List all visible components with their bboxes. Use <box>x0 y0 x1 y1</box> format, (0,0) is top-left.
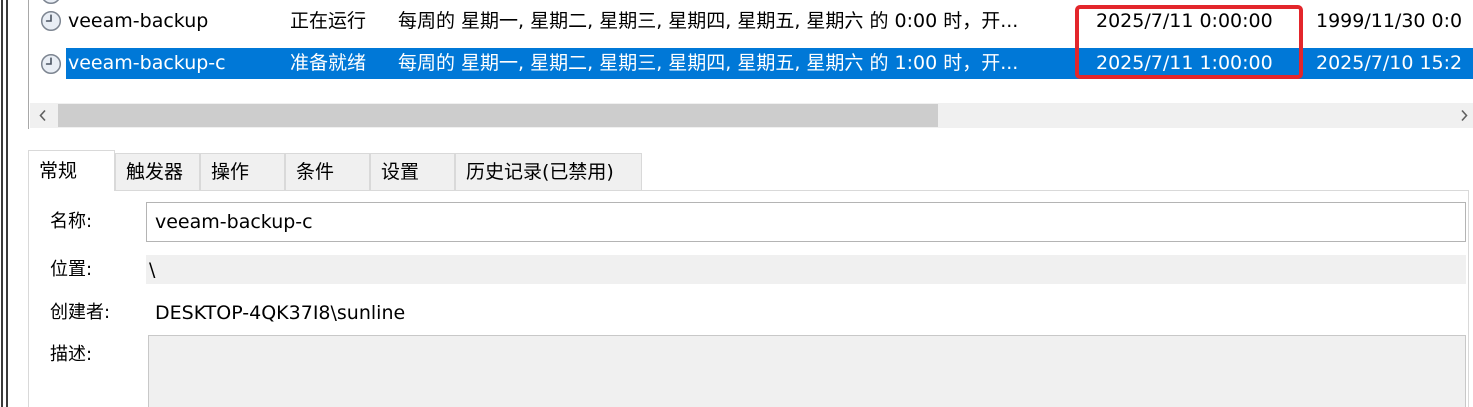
tab-conditions[interactable]: 条件 <box>285 153 370 190</box>
highlight-annotation <box>1075 5 1303 79</box>
location-field[interactable] <box>146 255 1466 284</box>
horizontal-scrollbar[interactable] <box>30 103 1473 128</box>
scroll-left-button[interactable] <box>30 103 56 128</box>
task-status-cell: 正在运行 <box>290 10 367 32</box>
task-status-cell: 准备就绪 <box>290 52 367 74</box>
description-label: 描述: <box>50 344 93 365</box>
scroll-thumb[interactable] <box>58 104 938 127</box>
location-label: 位置: <box>50 259 93 280</box>
author-label: 创建者: <box>50 302 111 323</box>
tab-settings[interactable]: 设置 <box>370 153 455 190</box>
tab-actions[interactable]: 操作 <box>200 153 285 190</box>
scroll-track[interactable] <box>58 103 1455 128</box>
task-clock-icon <box>40 10 62 32</box>
chevron-left-icon <box>39 109 46 122</box>
tab-triggers[interactable]: 触发器 <box>115 153 200 190</box>
task-triggers-cell: 每周的 星期一, 星期二, 星期三, 星期四, 星期五, 星期六 的 0:00 … <box>398 10 1019 32</box>
tab-general[interactable]: 常规 <box>28 150 115 191</box>
task-clock-icon <box>40 53 62 75</box>
task-triggers-cell: 每周的 星期一, 星期二, 星期三, 星期四, 星期五, 星期六 的 1:00 … <box>398 52 1019 74</box>
task-name-cell: veeam-backup-c <box>68 52 226 74</box>
task-last-run-cell: 2025/7/10 15:2 <box>1316 52 1463 74</box>
chevron-right-icon <box>1461 109 1468 122</box>
description-field[interactable] <box>148 335 1466 407</box>
name-label: 名称: <box>50 211 93 232</box>
task-last-run-cell: 1999/11/30 0:0 <box>1316 10 1463 32</box>
name-field[interactable] <box>146 202 1466 242</box>
tab-history[interactable]: 历史记录(已禁用) <box>455 153 642 190</box>
scroll-right-button[interactable] <box>1455 103 1473 128</box>
author-field[interactable] <box>146 298 1466 328</box>
task-name-cell: veeam-backup <box>68 10 209 32</box>
